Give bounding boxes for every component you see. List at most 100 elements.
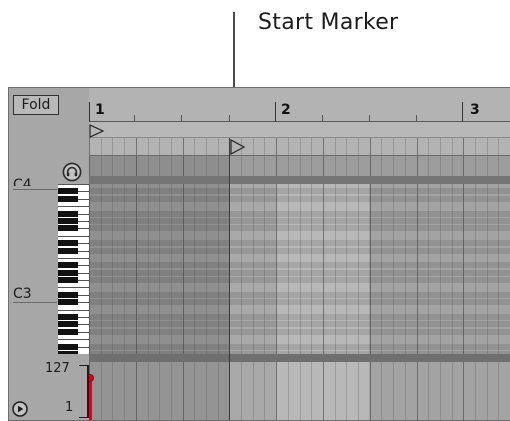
grid-line [452,184,453,354]
grid-line [264,156,265,176]
play-icon[interactable] [12,401,28,417]
piano-label-c4: C4 [13,178,32,186]
white-key-divider [58,258,89,259]
grid-line [498,362,499,420]
grid-line [253,184,254,354]
velocity-lane[interactable] [89,362,510,420]
grid-line [311,156,312,176]
start-marker-lane[interactable] [89,138,510,156]
grid-line [101,184,102,354]
black-key[interactable] [58,240,78,246]
start-position-line [229,138,230,420]
grid-line [241,362,242,420]
grid-line [475,156,476,176]
beat-tick [416,115,417,121]
grid-line [370,138,371,155]
grid-line [136,362,137,420]
grid-line [417,184,418,354]
black-key[interactable] [58,321,78,327]
grid-line [405,362,406,420]
grid-line [183,362,184,420]
bar-1-tick [89,102,90,122]
black-key[interactable] [58,344,78,350]
black-key[interactable] [58,248,78,254]
note-grid[interactable]: 1 2 3 [89,88,510,420]
loop-start-marker-icon[interactable] [89,123,105,142]
bar-number-3: 3 [470,102,480,118]
bar-2-tick [275,102,276,122]
grid-line [463,138,464,155]
grid-line [335,156,336,176]
grid-line [194,184,195,354]
grid-line [264,362,265,420]
grid-line [124,362,125,420]
bar-3-tick [462,102,463,122]
grid-line [405,184,406,354]
grid-line [264,184,265,354]
grid-line [475,138,476,155]
grid-line [206,138,207,155]
grid-line [148,184,149,354]
grid-line [89,184,90,354]
beat-time-ruler[interactable]: 1 2 3 [89,88,510,122]
beat-tick [369,115,370,121]
grid-line [370,362,371,420]
black-key[interactable] [58,314,78,320]
velocity-min-label: 1 [65,400,74,415]
grid-line [370,156,371,176]
grid-line [171,362,172,420]
black-key[interactable] [58,196,78,202]
grid-line [300,156,301,176]
velocity-max-label: 127 [45,361,70,376]
black-key[interactable] [58,277,78,283]
black-key[interactable] [58,351,78,354]
grid-line [381,362,382,420]
velocity-stem[interactable] [89,378,92,420]
grid-line [253,138,254,155]
grid-line [393,138,394,155]
grid-line [112,362,113,420]
grid-line [136,138,137,155]
grid-line [335,184,336,354]
grid-line [206,156,207,176]
grid-line [323,184,324,354]
grid-line [288,362,289,420]
black-key[interactable] [58,225,78,231]
grid-line [311,362,312,420]
loop-marker-lane[interactable] [89,122,510,138]
white-key-divider [58,339,89,340]
start-marker-icon[interactable] [230,138,246,159]
grid-line [475,184,476,354]
grid-line [311,184,312,354]
grid-line [288,138,289,155]
headphone-icon[interactable] [62,162,82,182]
grid-line [112,184,113,354]
black-key[interactable] [58,211,78,217]
fold-button[interactable]: Fold [13,95,59,115]
black-key[interactable] [58,329,78,335]
grid-line [148,362,149,420]
note-editor-area[interactable] [89,184,510,354]
grid-line [498,156,499,176]
grid-line [183,138,184,155]
black-key[interactable] [58,292,78,298]
grid-line [346,184,347,354]
black-key[interactable] [58,262,78,268]
grid-line [194,156,195,176]
c4-guide-line [13,189,57,190]
grid-line [101,156,102,176]
grid-line [241,184,242,354]
piano-keyboard[interactable] [58,184,89,354]
black-key[interactable] [58,270,78,276]
grid-line [358,362,359,420]
grid-line [159,184,160,354]
grid-line [148,156,149,176]
black-key[interactable] [58,218,78,224]
grid-line [159,362,160,420]
black-key[interactable] [58,188,78,194]
grid-line [487,362,488,420]
grid-line [276,138,277,155]
velocity-divider[interactable] [89,354,510,362]
black-key[interactable] [58,299,78,305]
grid-line [276,362,277,420]
